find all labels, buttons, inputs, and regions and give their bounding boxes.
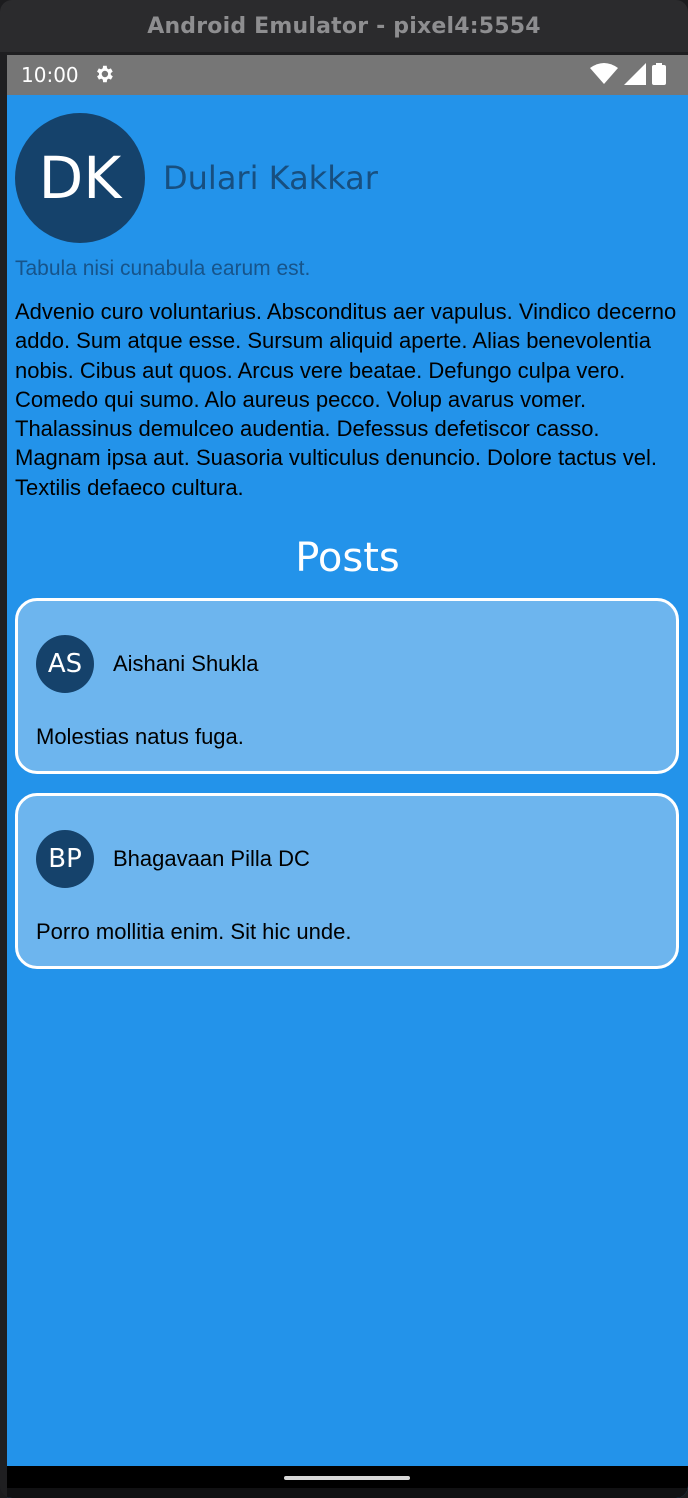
author-name: Aishani Shukla: [113, 651, 259, 676]
navigation-bar: [7, 1466, 688, 1488]
author-avatar[interactable]: BP: [36, 830, 94, 888]
device-screen: 10:00 DK Dulari Kakkar Tabula nisi cunab…: [7, 55, 688, 1498]
bottom-edge: [7, 1488, 688, 1498]
post-card[interactable]: BP Bhagavaan Pilla DC Porro mollitia eni…: [15, 793, 679, 969]
status-bar: 10:00: [7, 55, 688, 95]
post-card[interactable]: AS Aishani Shukla Molestias natus fuga.: [15, 598, 679, 774]
profile-name: Dulari Kakkar: [163, 159, 378, 197]
post-body: Molestias natus fuga.: [36, 724, 244, 749]
wifi-icon: [590, 63, 618, 84]
home-gesture-handle[interactable]: [284, 1476, 410, 1480]
settings-gear-icon: [97, 65, 113, 83]
profile-tagline: Tabula nisi cunabula earum est.: [15, 257, 311, 280]
posts-heading: Posts: [295, 535, 400, 581]
post-author-row: BP Bhagavaan Pilla DC: [36, 830, 310, 888]
system-icons: [590, 63, 666, 85]
post-body: Porro mollitia enim. Sit hic unde.: [36, 919, 352, 944]
author-avatar[interactable]: AS: [36, 635, 94, 693]
post-author-row: AS Aishani Shukla: [36, 635, 259, 693]
cellular-signal-icon: [624, 63, 646, 85]
status-time: 10:00: [21, 63, 79, 87]
window-title: Android Emulator - pixel4:5554: [147, 13, 541, 39]
author-name: Bhagavaan Pilla DC: [113, 846, 310, 871]
window-titlebar[interactable]: Android Emulator - pixel4:5554: [0, 0, 688, 52]
emulator-window: Android Emulator - pixel4:5554 10:00 DK …: [0, 0, 688, 1498]
profile-bio: Advenio curo voluntarius. Absconditus ae…: [15, 299, 677, 500]
avatar[interactable]: DK: [15, 113, 145, 243]
battery-icon: [652, 63, 666, 85]
profile-header: DK Dulari Kakkar: [15, 113, 378, 243]
